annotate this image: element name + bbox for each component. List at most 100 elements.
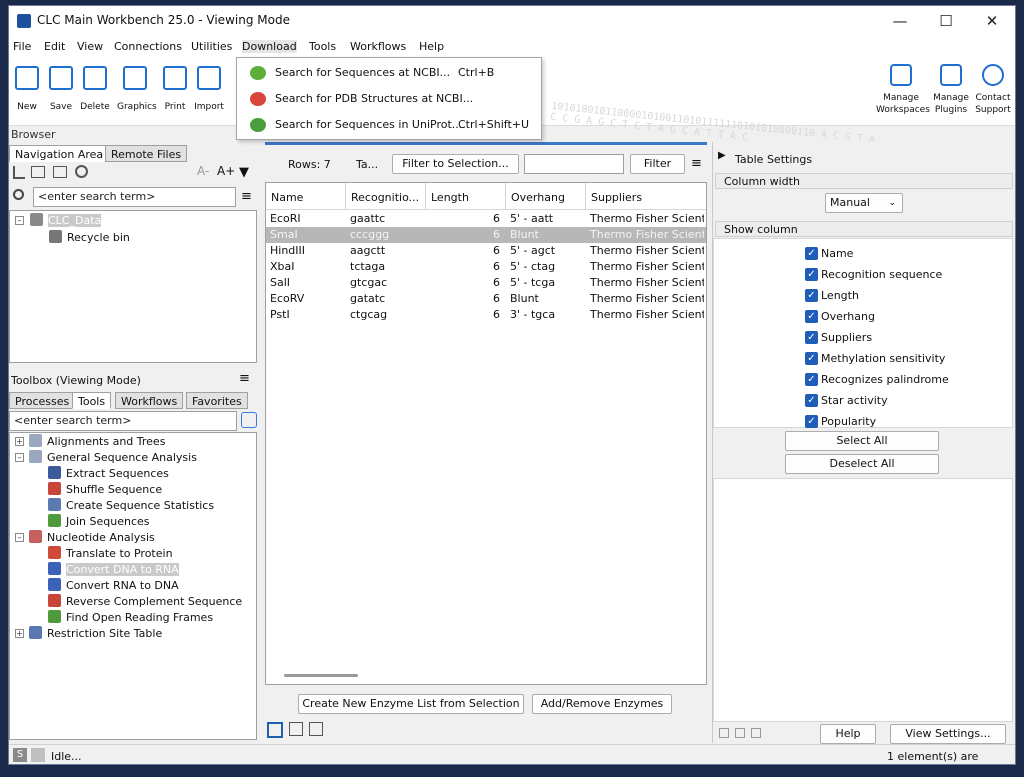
- maximize-button[interactable]: ☐: [923, 6, 969, 36]
- menu-connections[interactable]: Connections: [114, 40, 182, 53]
- filter-input[interactable]: [524, 154, 624, 174]
- graphic-view-icon[interactable]: [289, 722, 303, 736]
- tool-create-sequence-statistics[interactable]: Create Sequence Statistics: [48, 498, 214, 514]
- column-checkbox[interactable]: ✓: [805, 415, 818, 428]
- deselect-all-button[interactable]: Deselect All: [785, 454, 939, 474]
- tab-workflows[interactable]: Workflows: [115, 392, 184, 409]
- collapse-icon[interactable]: –: [15, 216, 24, 225]
- print-button[interactable]: Print: [157, 66, 193, 112]
- browser-search-input[interactable]: <enter search term>: [33, 187, 236, 207]
- menu-item-search-ncbi[interactable]: Search for Sequences at NCBI... Ctrl+B: [237, 61, 541, 85]
- table-row[interactable]: SmaI cccggg 6 Blunt Thermo Fisher Scientific: [266, 227, 706, 243]
- menu-tools[interactable]: Tools: [309, 40, 336, 53]
- create-enzyme-list-button[interactable]: Create New Enzyme List from Selection: [298, 694, 524, 714]
- history-view-icon[interactable]: [309, 722, 323, 736]
- table-row[interactable]: HindIII aagctt 6 5' - agct Thermo Fisher Sci…: [266, 243, 706, 259]
- menu-help[interactable]: Help: [419, 40, 444, 53]
- menu-download[interactable]: Download: [242, 40, 297, 53]
- save-settings-icon[interactable]: [719, 728, 729, 738]
- column-checkbox[interactable]: ✓: [805, 394, 818, 407]
- tool-find-open-reading-frames[interactable]: Find Open Reading Frames: [48, 610, 213, 626]
- view-settings-button[interactable]: View Settings...: [890, 724, 1006, 744]
- menu-edit[interactable]: Edit: [44, 40, 65, 53]
- tool-convert-dna-to-rna[interactable]: Convert DNA to RNA: [48, 562, 179, 578]
- menu-view[interactable]: View: [77, 40, 103, 53]
- tool-alignments-and-trees[interactable]: Alignments and Trees: [29, 434, 165, 450]
- options-menu-icon[interactable]: ≡: [691, 156, 702, 171]
- column-checkbox[interactable]: ✓: [805, 331, 818, 344]
- menu-file[interactable]: File: [13, 40, 31, 53]
- column-header-suppliers[interactable]: Suppliers: [586, 183, 706, 209]
- tool-reverse-complement-sequence[interactable]: Reverse Complement Sequence: [48, 594, 242, 610]
- tool-shuffle-sequence[interactable]: Shuffle Sequence: [48, 482, 162, 498]
- close-button[interactable]: ✕: [969, 6, 1015, 36]
- tab-favorites[interactable]: Favorites: [186, 392, 248, 409]
- collapse-icon[interactable]: –: [15, 453, 24, 462]
- tool-nucleotide-analysis[interactable]: Nucleotide Analysis: [29, 530, 155, 546]
- copy-icon[interactable]: [751, 728, 761, 738]
- folder-icon[interactable]: [53, 166, 67, 178]
- expand-icon[interactable]: +: [15, 437, 24, 446]
- column-header-length[interactable]: Length: [426, 183, 506, 209]
- locate-icon[interactable]: [241, 412, 257, 428]
- filter-to-selection-button[interactable]: Filter to Selection...: [392, 154, 519, 174]
- add-remove-enzymes-button[interactable]: Add/Remove Enzymes: [532, 694, 672, 714]
- font-smaller-icon[interactable]: A-: [197, 164, 209, 178]
- contact-support-button[interactable]: Contact Support: [968, 64, 1015, 116]
- save-button[interactable]: Save: [43, 66, 79, 112]
- column-checkbox[interactable]: ✓: [805, 247, 818, 260]
- tool-translate-to-protein[interactable]: Translate to Protein: [48, 546, 173, 562]
- column-checkbox[interactable]: ✓: [805, 289, 818, 302]
- help-button[interactable]: Help: [820, 724, 876, 744]
- collapse-panel-icon[interactable]: ▶: [718, 150, 726, 161]
- add-folder-icon[interactable]: [31, 166, 45, 178]
- tool-join-sequences[interactable]: Join Sequences: [48, 514, 150, 530]
- table-view-icon[interactable]: [267, 722, 283, 738]
- column-header-name[interactable]: Name: [266, 183, 346, 209]
- expand-icon[interactable]: +: [15, 629, 24, 638]
- refresh-icon[interactable]: [75, 165, 88, 178]
- toolbox-menu-icon[interactable]: ≡: [239, 371, 250, 386]
- table-row[interactable]: SalI gtcgac 6 5' - tcga Thermo Fisher Scient…: [266, 275, 706, 291]
- delete-button[interactable]: Delete: [77, 66, 113, 112]
- tree-node-recycle-bin[interactable]: Recycle bin: [49, 230, 130, 246]
- tool-extract-sequences[interactable]: Extract Sequences: [48, 466, 169, 482]
- tab-navigation-area[interactable]: Navigation Area: [9, 145, 110, 162]
- select-all-button[interactable]: Select All: [785, 431, 939, 451]
- menu-item-search-pdb[interactable]: Search for PDB Structures at NCBI...: [237, 87, 541, 111]
- font-larger-icon[interactable]: A+: [217, 164, 235, 178]
- menu-utilities[interactable]: Utilities: [191, 40, 232, 53]
- tool-general-sequence-analysis[interactable]: General Sequence Analysis: [29, 450, 197, 466]
- table-row[interactable]: XbaI tctaga 6 5' - ctag Thermo Fisher Scient…: [266, 259, 706, 275]
- new-button[interactable]: New: [9, 66, 45, 112]
- tab-tools[interactable]: Tools: [72, 392, 112, 409]
- filter-icon[interactable]: [13, 166, 25, 179]
- funnel-icon[interactable]: ▼: [239, 165, 249, 180]
- column-checkbox[interactable]: ✓: [805, 268, 818, 281]
- tool-restriction-site-table[interactable]: Restriction Site Table: [29, 626, 162, 642]
- table-row[interactable]: PstI ctgcag 6 3' - tgca Thermo Fisher Scient…: [266, 307, 706, 323]
- tree-node-clc-data[interactable]: CLC_Data: [30, 213, 102, 229]
- table-row[interactable]: EcoRV gatatc 6 Blunt Thermo Fisher Scientifi…: [266, 291, 706, 307]
- toolbox-search-input[interactable]: <enter search term>: [9, 411, 237, 431]
- column-header-overhang[interactable]: Overhang: [506, 183, 586, 209]
- tab-processes[interactable]: Processes: [9, 392, 76, 409]
- column-header-recognition[interactable]: Recognitio...: [346, 183, 426, 209]
- tool-convert-rna-to-dna[interactable]: Convert RNA to DNA: [48, 578, 179, 594]
- folder-icon[interactable]: [735, 728, 745, 738]
- filter-button[interactable]: Filter: [630, 154, 685, 174]
- column-width-select[interactable]: Manual ⌄: [825, 193, 903, 213]
- horizontal-scrollbar[interactable]: [284, 674, 358, 677]
- menu-item-search-uniprot[interactable]: Search for Sequences in UniProt... Ctrl+…: [237, 113, 541, 137]
- menu-lines-icon[interactable]: ≡: [241, 189, 252, 204]
- manage-workspaces-button[interactable]: Manage Workspaces: [876, 64, 930, 116]
- table-row[interactable]: EcoRI gaattc 6 5' - aatt Thermo Fisher Scien…: [266, 211, 706, 227]
- minimize-button[interactable]: —: [877, 6, 923, 36]
- collapse-icon[interactable]: –: [15, 533, 24, 542]
- graphics-button[interactable]: Graphics: [117, 66, 157, 112]
- column-checkbox[interactable]: ✓: [805, 310, 818, 323]
- column-checkbox[interactable]: ✓: [805, 373, 818, 386]
- column-checkbox[interactable]: ✓: [805, 352, 818, 365]
- tab-remote-files[interactable]: Remote Files: [105, 145, 188, 162]
- menu-workflows[interactable]: Workflows: [350, 40, 406, 53]
